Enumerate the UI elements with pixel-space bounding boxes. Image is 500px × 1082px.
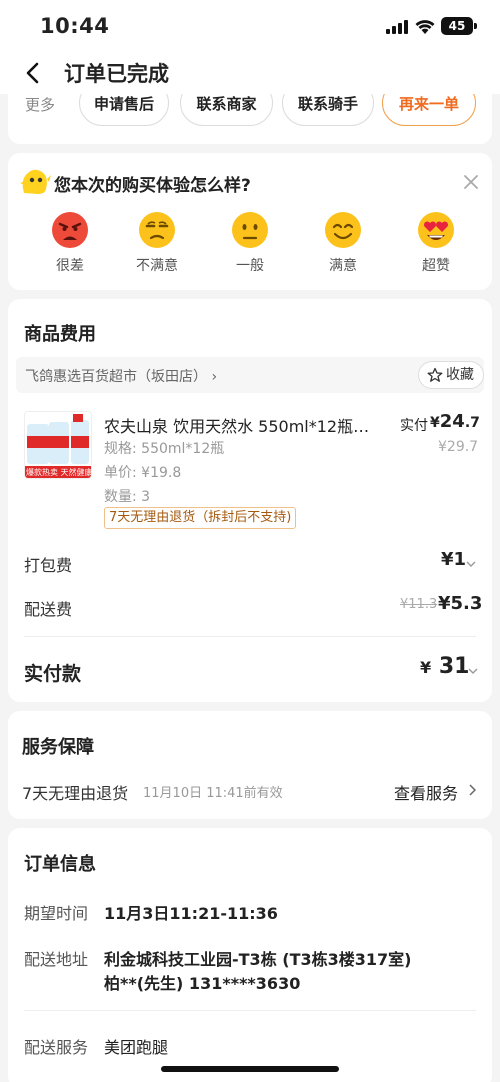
chevron-right-icon: › <box>211 369 218 385</box>
header: 订单已完成 <box>0 52 500 94</box>
product-name[interactable]: 农夫山泉 饮用天然水 550ml*12瓶… <box>104 413 384 437</box>
after-sales-button[interactable]: 申请售后 <box>79 94 169 126</box>
battery-icon: 45 <box>441 17 473 35</box>
packing-fee-value: ¥1 <box>441 549 467 570</box>
more-label[interactable]: 更多 <box>25 94 55 115</box>
neutral-face-icon <box>232 212 268 248</box>
packing-fee-label: 打包费 <box>24 556 73 575</box>
delivery-fee-original: ¥11.3 <box>400 597 438 612</box>
paid-price: ¥24.7 <box>430 411 480 432</box>
product-thumbnail[interactable]: 爆款热卖 天然健康 <box>24 411 92 479</box>
rating-label: 一般 <box>236 258 264 274</box>
delivery-fee-label: 配送费 <box>24 600 73 619</box>
section-title: 服务保障 <box>22 737 94 758</box>
star-icon <box>427 367 443 382</box>
order-info-card: 订单信息 期望时间 11月3日11:21-11:36 配送地址 利金城科技工业园… <box>8 828 492 1082</box>
rating-option-satisfied[interactable]: 满意 <box>303 211 383 275</box>
chevron-down-icon[interactable] <box>466 560 476 568</box>
favorite-label: 收藏 <box>446 367 474 383</box>
expected-time-value: 11月3日11:21-11:36 <box>104 904 278 923</box>
service-card: 服务保障 7天无理由退货 11月10日 11:41前有效 查看服务 <box>8 711 492 819</box>
address-label: 配送地址 <box>24 950 89 969</box>
product-quantity: 数量: 3 <box>104 489 151 505</box>
return-policy-tag: 7天无理由退货（拆封后不支持) <box>104 507 297 529</box>
favorite-button[interactable]: 收藏 <box>418 361 484 389</box>
status-time: 10:44 <box>40 14 110 38</box>
expected-time-label: 期望时间 <box>24 904 89 923</box>
section-title: 商品费用 <box>24 324 96 345</box>
rating-label: 超赞 <box>422 258 450 274</box>
close-icon[interactable] <box>462 173 480 191</box>
store-bar[interactable]: 飞鸽惠选百货超市（坂田店） › 收藏 <box>16 357 484 393</box>
paid-label: 实付 <box>400 418 428 434</box>
rating-option-unsatisfied[interactable]: 不满意 <box>117 211 197 275</box>
product-spec: 规格: 550ml*12瓶 <box>104 441 225 457</box>
original-price: ¥29.7 <box>438 439 479 455</box>
unamused-face-icon <box>139 212 175 248</box>
rating-option-neutral[interactable]: 一般 <box>210 211 290 275</box>
delivery-service-value: 美团跑腿 <box>104 1038 169 1057</box>
mascot-icon <box>20 169 51 194</box>
back-arrow-icon[interactable] <box>18 58 50 88</box>
rating-option-excellent[interactable]: 超赞 <box>396 211 476 275</box>
delivery-service-label: 配送服务 <box>24 1038 89 1057</box>
smiling-face-icon <box>325 212 361 248</box>
contact-line: 柏**(先生) 131****3630 <box>104 974 301 993</box>
rating-label: 不满意 <box>136 258 178 274</box>
product-fees-card: 商品费用 飞鸽惠选百货超市（坂田店） › 收藏 爆款热卖 天然健康 农夫山泉 饮… <box>8 299 492 702</box>
chevron-down-icon[interactable] <box>468 667 478 675</box>
contact-rider-button[interactable]: 联系骑手 <box>282 94 374 126</box>
section-title: 订单信息 <box>24 854 96 875</box>
rating-card: 您本次的购买体验怎么样? 很差 不满意 一般 满意 超赞 <box>8 153 492 290</box>
delivery-fee-value: ¥5.3 <box>438 593 483 614</box>
reorder-button[interactable]: 再来一单 <box>382 94 476 126</box>
service-deadline: 11月10日 11:41前有效 <box>143 786 283 801</box>
rating-option-very-bad[interactable]: 很差 <box>30 211 110 275</box>
page-title: 订单已完成 <box>64 62 169 86</box>
signal-icon <box>386 20 408 34</box>
home-indicator <box>161 1066 339 1072</box>
chevron-right-icon <box>469 784 476 796</box>
order-actions: 更多 申请售后 联系商家 联系骑手 再来一单 <box>8 94 492 144</box>
service-name: 7天无理由退货 <box>22 784 129 803</box>
total-label: 实付款 <box>24 663 82 685</box>
divider <box>24 636 476 637</box>
rating-question: 您本次的购买体验怎么样? <box>54 176 251 196</box>
divider <box>24 1010 476 1011</box>
product-unit-price: 单价: ¥19.8 <box>104 465 182 481</box>
rating-label: 很差 <box>56 258 84 274</box>
angry-face-icon <box>52 212 88 248</box>
rating-label: 满意 <box>329 258 357 274</box>
battery-cap <box>474 23 477 29</box>
address-line: 利金城科技工业园-T3栋 (T3栋3楼317室) <box>104 950 412 969</box>
status-bar: 10:44 45 <box>0 0 500 52</box>
total-value: ¥ 31 <box>420 654 470 679</box>
contact-merchant-button[interactable]: 联系商家 <box>180 94 273 126</box>
heart-eyes-face-icon <box>418 212 454 248</box>
store-name[interactable]: 飞鸽惠选百货超市（坂田店） › <box>25 366 217 386</box>
view-service-link[interactable]: 查看服务 <box>394 780 476 804</box>
wifi-icon <box>415 20 435 34</box>
thumbnail-caption: 爆款热卖 天然健康 <box>26 468 92 477</box>
